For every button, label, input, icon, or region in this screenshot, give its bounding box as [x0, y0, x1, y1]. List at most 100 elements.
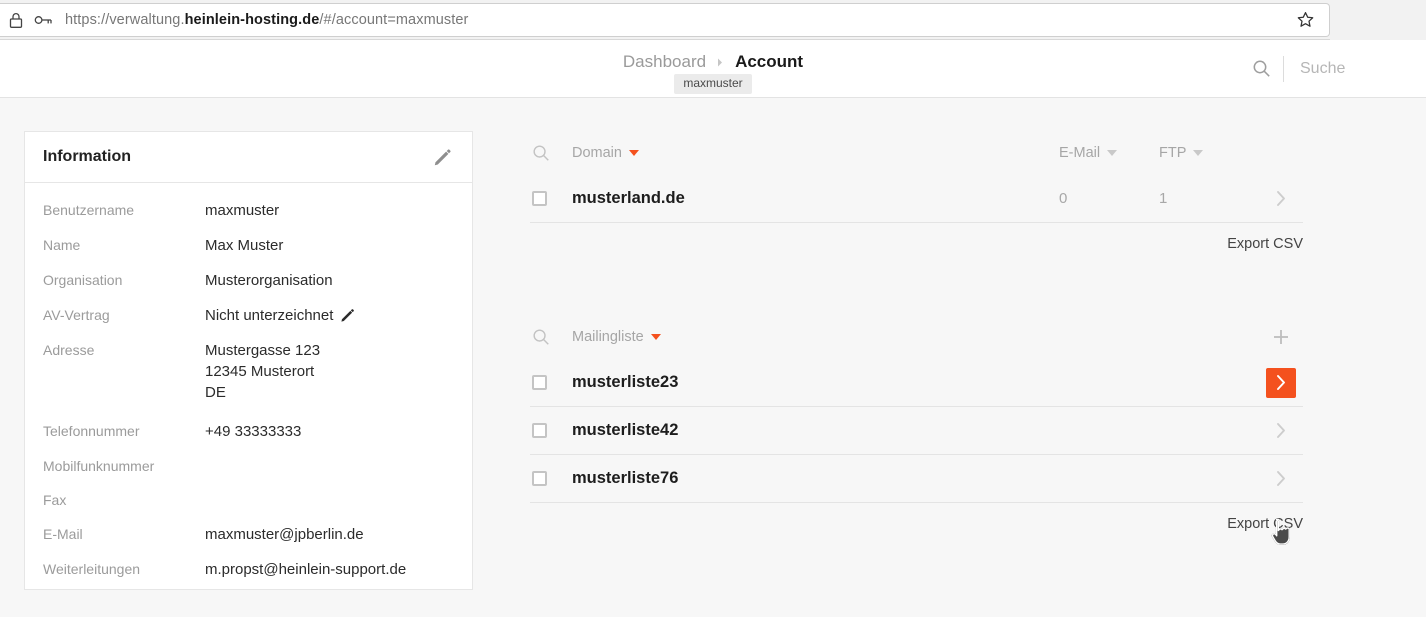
row-open-cell: [1259, 416, 1303, 446]
url-bar[interactable]: https://verwaltung.heinlein-hosting.de/#…: [0, 3, 1330, 37]
row-checkbox-cell: [532, 191, 572, 206]
row-checkbox[interactable]: [532, 191, 547, 206]
info-value-text: maxmuster: [205, 202, 280, 219]
url-text: https://verwaltung.heinlein-hosting.de/#…: [65, 12, 469, 28]
export-csv-button[interactable]: Export CSV: [1227, 236, 1303, 252]
lock-icon: [8, 12, 24, 29]
row-checkbox[interactable]: [532, 471, 547, 486]
info-value: maxmuster@jpberlin.de: [205, 524, 364, 545]
info-value-text: maxmuster@jpberlin.de: [205, 526, 364, 543]
key-icon[interactable]: [34, 13, 53, 27]
info-value-text: Nicht unterzeichnet: [205, 307, 334, 324]
mailinglist-table: Mailingliste musterliste23 musterliste42…: [530, 315, 1303, 532]
chevron-right-icon: [716, 57, 725, 68]
domain-name[interactable]: musterland.de: [572, 189, 1059, 208]
export-csv-button[interactable]: Export CSV: [1227, 516, 1303, 532]
breadcrumb-item-account[interactable]: Account: [735, 52, 803, 72]
page-content: Information Benutzername maxmuster Name …: [0, 98, 1426, 617]
sort-caret-down-icon[interactable]: [650, 334, 661, 340]
chevron-right-icon[interactable]: [1266, 464, 1296, 494]
column-header-domain[interactable]: Domain: [572, 145, 1059, 161]
info-value: m.propst@heinlein-support.de: [205, 559, 406, 580]
info-label: Name: [43, 237, 81, 253]
info-row: Mobilfunknummer: [25, 456, 472, 476]
pencil-edit-icon[interactable]: [433, 148, 452, 167]
row-open-cell: [1259, 464, 1303, 494]
table-row[interactable]: musterland.de 0 1: [530, 175, 1303, 223]
domain-export-row: Export CSV: [530, 223, 1303, 252]
info-value: Musterorganisation: [205, 270, 333, 291]
info-value: Max Muster: [205, 235, 283, 256]
information-card: Information Benutzername maxmuster Name …: [24, 131, 473, 590]
info-row: Weiterleitungen m.propst@heinlein-suppor…: [25, 559, 472, 580]
row-open-cell: [1259, 184, 1303, 214]
info-value-text: m.propst@heinlein-support.de: [205, 561, 407, 578]
row-checkbox-cell: [532, 471, 572, 486]
info-label: Fax: [43, 492, 67, 508]
row-checkbox[interactable]: [532, 375, 547, 390]
info-label: Mobilfunknummer: [43, 458, 155, 474]
search-input[interactable]: [1298, 58, 1408, 79]
browser-toolbar: https://verwaltung.heinlein-hosting.de/#…: [0, 0, 1426, 40]
info-value-text: +49 33333333: [205, 423, 302, 440]
table-row[interactable]: musterliste23: [530, 359, 1303, 407]
browser-toolbar-filler: [1330, 0, 1426, 40]
sort-caret-down-icon[interactable]: [1107, 150, 1118, 156]
domain-table: Domain E-Mail FTP musterland.de 0 1 Expo…: [530, 131, 1303, 252]
search-icon[interactable]: [532, 144, 572, 162]
row-checkbox[interactable]: [532, 423, 547, 438]
information-card-header: Information: [25, 132, 472, 183]
mailinglist-name[interactable]: musterliste76: [572, 469, 1259, 488]
tables-gap: [530, 252, 1303, 315]
breadcrumb-item-dashboard[interactable]: Dashboard: [623, 52, 706, 72]
info-label: Weiterleitungen: [43, 561, 141, 577]
info-row: Name Max Muster: [25, 235, 472, 256]
table-row[interactable]: musterliste42: [530, 407, 1303, 455]
info-label: AV-Vertrag: [43, 307, 110, 323]
sort-caret-down-icon[interactable]: [628, 150, 639, 156]
breadcrumb: Dashboard Account: [0, 52, 1426, 72]
search-icon[interactable]: [1252, 59, 1283, 78]
url-suffix: /#/account=maxmuster: [319, 12, 469, 28]
chevron-right-icon[interactable]: [1266, 184, 1296, 214]
url-host: heinlein-hosting.de: [184, 12, 320, 28]
info-value-text: Max Muster: [205, 237, 284, 254]
info-row: Organisation Musterorganisation: [25, 270, 472, 291]
table-row[interactable]: musterliste76: [530, 455, 1303, 503]
info-label: Benutzername: [43, 202, 135, 218]
info-row: AV-Vertrag Nicht unterzeichnet: [25, 305, 472, 326]
column-header-email[interactable]: E-Mail: [1059, 145, 1159, 161]
info-label: E-Mail: [43, 526, 83, 542]
url-prefix: https://verwaltung.: [65, 12, 185, 28]
info-value: Mustergasse 123 12345 Musterort DE: [205, 340, 320, 403]
info-row: Adresse Mustergasse 123 12345 Musterort …: [25, 340, 472, 403]
mailinglist-name[interactable]: musterliste42: [572, 421, 1259, 440]
column-header-ftp-label: FTP: [1159, 145, 1187, 161]
breadcrumb-badge-wrap: maxmuster: [0, 74, 1426, 95]
account-badge: maxmuster: [674, 74, 752, 95]
info-label: Adresse: [43, 342, 95, 358]
domain-email-count: 0: [1059, 190, 1068, 207]
info-value-text: Musterorganisation: [205, 272, 333, 289]
row-checkbox-cell: [532, 375, 572, 390]
bookmark-star-icon[interactable]: [1296, 11, 1315, 29]
row-open-cell: [1259, 367, 1303, 398]
mailinglist-table-header: Mailingliste: [530, 315, 1303, 359]
info-row: Benutzername maxmuster: [25, 200, 472, 221]
info-label: Organisation: [43, 272, 123, 288]
domain-ftp-count: 1: [1159, 190, 1168, 207]
chevron-right-icon[interactable]: [1266, 367, 1296, 398]
search-icon[interactable]: [532, 328, 572, 346]
search-divider: [1283, 55, 1284, 82]
domain-table-header: Domain E-Mail FTP: [530, 131, 1303, 175]
column-header-ftp[interactable]: FTP: [1159, 145, 1259, 161]
information-card-body: Benutzername maxmuster Name Max Muster O…: [25, 183, 472, 580]
column-header-mailingliste[interactable]: Mailingliste: [572, 329, 1259, 345]
info-row: E-Mail maxmuster@jpberlin.de: [25, 524, 472, 545]
sort-caret-down-icon[interactable]: [1193, 150, 1204, 156]
global-search[interactable]: [1252, 55, 1408, 82]
plus-add-icon[interactable]: [1271, 327, 1291, 347]
mailinglist-name[interactable]: musterliste23: [572, 373, 1259, 392]
pencil-edit-icon[interactable]: [340, 305, 355, 323]
chevron-right-icon[interactable]: [1266, 416, 1296, 446]
